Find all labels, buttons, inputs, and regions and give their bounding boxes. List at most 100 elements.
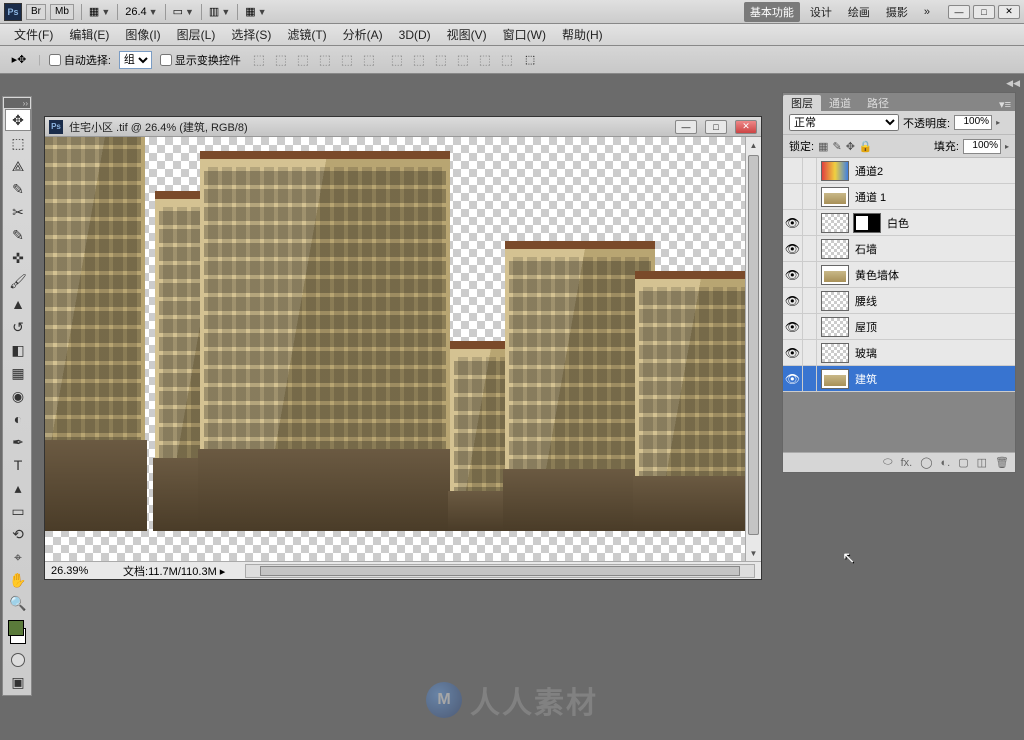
- adjustment-layer-icon[interactable]: ◐.: [941, 457, 951, 469]
- brush-tool[interactable]: 🖌: [5, 270, 31, 292]
- foreground-color[interactable]: [8, 620, 24, 636]
- layer-row[interactable]: 👁石墙: [783, 236, 1015, 262]
- auto-align-icon[interactable]: ⬚: [525, 53, 535, 66]
- quick-mask-toggle[interactable]: [5, 650, 31, 670]
- auto-select-target[interactable]: 组: [119, 51, 152, 69]
- align-top-icon[interactable]: ⬚: [249, 50, 269, 70]
- layer-mask-thumbnail[interactable]: [853, 213, 881, 233]
- shape-tool[interactable]: ▭: [5, 500, 31, 522]
- menu-select[interactable]: 选择(S): [223, 23, 279, 46]
- group-icon[interactable]: ▢: [958, 456, 968, 469]
- guides-dropdown[interactable]: ▦▼: [245, 5, 266, 18]
- layer-thumbnail[interactable]: [821, 343, 849, 363]
- menu-layer[interactable]: 图层(L): [169, 23, 224, 46]
- path-select-tool[interactable]: ▴: [5, 477, 31, 499]
- zoom-dropdown[interactable]: 26.4▼: [125, 6, 157, 18]
- link-cell[interactable]: [803, 340, 817, 365]
- hscroll-thumb[interactable]: [260, 566, 740, 576]
- extras-dropdown[interactable]: ▥▼: [209, 5, 230, 18]
- pen-tool[interactable]: ✒: [5, 431, 31, 453]
- link-cell[interactable]: [803, 366, 817, 391]
- layer-row[interactable]: 👁黄色墙体: [783, 262, 1015, 288]
- menu-filter[interactable]: 滤镜(T): [279, 23, 334, 46]
- photoshop-icon[interactable]: Ps: [4, 3, 22, 21]
- delete-layer-icon[interactable]: 🗑: [995, 456, 1009, 469]
- workspace-photo[interactable]: 摄影: [880, 2, 914, 22]
- vertical-scrollbar[interactable]: ▲ ▼: [745, 137, 761, 561]
- maximize-button[interactable]: □: [973, 5, 995, 19]
- align-right-icon[interactable]: ⬚: [359, 50, 379, 70]
- show-transform-checkbox[interactable]: 显示变换控件: [160, 52, 241, 68]
- auto-select-checkbox[interactable]: 自动选择:: [49, 52, 111, 68]
- opacity-value[interactable]: 100%: [954, 115, 992, 130]
- layer-row[interactable]: 通道 1: [783, 184, 1015, 210]
- hand-tool[interactable]: ✋: [5, 569, 31, 591]
- link-cell[interactable]: [803, 210, 817, 235]
- screen-mode-toggle[interactable]: ▣: [5, 671, 31, 693]
- layer-thumbnail[interactable]: [821, 161, 849, 181]
- lock-pixels-icon[interactable]: ✎: [832, 140, 841, 153]
- lock-transparency-icon[interactable]: ▦: [818, 140, 828, 153]
- visibility-toggle[interactable]: 👁: [783, 210, 803, 235]
- close-button[interactable]: ✕: [998, 5, 1020, 19]
- fill-arrow-icon[interactable]: ▸: [1005, 142, 1009, 151]
- menu-3d[interactable]: 3D(D): [391, 25, 439, 45]
- visibility-toggle[interactable]: 👁: [783, 340, 803, 365]
- layer-row[interactable]: 👁 白色: [783, 210, 1015, 236]
- layer-row[interactable]: 👁建筑: [783, 366, 1015, 392]
- blend-mode-select[interactable]: 正常: [789, 114, 899, 131]
- dodge-tool[interactable]: ◐: [5, 408, 31, 430]
- layer-row[interactable]: 通道2: [783, 158, 1015, 184]
- visibility-toggle[interactable]: 👁: [783, 314, 803, 339]
- menu-analysis[interactable]: 分析(A): [335, 23, 391, 46]
- gradient-tool[interactable]: ▦: [5, 362, 31, 384]
- 3d-camera-tool[interactable]: ⌖: [5, 546, 31, 568]
- opacity-arrow-icon[interactable]: ▸: [996, 118, 1000, 127]
- layer-row[interactable]: 👁 屋顶: [783, 314, 1015, 340]
- doc-maximize-button[interactable]: □: [705, 120, 727, 134]
- layer-thumbnail[interactable]: [821, 369, 849, 389]
- visibility-toggle[interactable]: 👁: [783, 288, 803, 313]
- link-cell[interactable]: [803, 158, 817, 183]
- move-tool-icon[interactable]: ▸✥: [8, 49, 30, 71]
- color-swatch[interactable]: [6, 618, 28, 646]
- type-tool[interactable]: T: [5, 454, 31, 476]
- visibility-toggle[interactable]: [783, 158, 803, 183]
- link-cell[interactable]: [803, 288, 817, 313]
- layer-thumbnail[interactable]: [821, 239, 849, 259]
- crop-tool[interactable]: ✂: [5, 201, 31, 223]
- blur-tool[interactable]: ◉: [5, 385, 31, 407]
- zoom-value[interactable]: 26.39%: [51, 565, 111, 577]
- scroll-down-arrow[interactable]: ▼: [746, 545, 761, 561]
- layer-name[interactable]: 白色: [885, 215, 909, 231]
- menu-view[interactable]: 视图(V): [439, 23, 495, 46]
- link-cell[interactable]: [803, 236, 817, 261]
- layer-thumbnail[interactable]: [821, 213, 849, 233]
- layer-name[interactable]: 通道2: [853, 163, 883, 179]
- minimize-button[interactable]: —: [948, 5, 970, 19]
- layer-name[interactable]: 通道 1: [853, 189, 886, 205]
- workspace-more[interactable]: »: [918, 4, 936, 20]
- align-hcenter-icon[interactable]: ⬚: [337, 50, 357, 70]
- layer-name[interactable]: 腰线: [853, 293, 877, 309]
- layer-row[interactable]: 👁 玻璃: [783, 340, 1015, 366]
- fill-value[interactable]: 100%: [963, 139, 1001, 154]
- document-titlebar[interactable]: Ps 住宅小区 .tif @ 26.4% (建筑, RGB/8) — □ ✕: [45, 117, 761, 137]
- visibility-toggle[interactable]: 👁: [783, 262, 803, 287]
- layer-row[interactable]: 👁 腰线: [783, 288, 1015, 314]
- menu-file[interactable]: 文件(F): [6, 23, 61, 46]
- layer-thumbnail[interactable]: [821, 291, 849, 311]
- doc-close-button[interactable]: ✕: [735, 120, 757, 134]
- workspace-design[interactable]: 设计: [804, 2, 838, 22]
- vscroll-thumb[interactable]: [748, 155, 759, 535]
- layer-name[interactable]: 屋顶: [853, 319, 877, 335]
- menu-edit[interactable]: 编辑(E): [61, 23, 117, 46]
- layer-name[interactable]: 玻璃: [853, 345, 877, 361]
- dist-6-icon[interactable]: ⬚: [497, 50, 517, 70]
- healing-tool[interactable]: ✜: [5, 247, 31, 269]
- panel-collapse-arrow[interactable]: ◀◀: [1006, 78, 1020, 89]
- tab-paths[interactable]: 路径: [859, 95, 897, 111]
- panel-menu-icon[interactable]: ▾≡: [995, 98, 1015, 111]
- 3d-tool[interactable]: ⟲: [5, 523, 31, 545]
- lasso-tool[interactable]: ⟁: [5, 155, 31, 177]
